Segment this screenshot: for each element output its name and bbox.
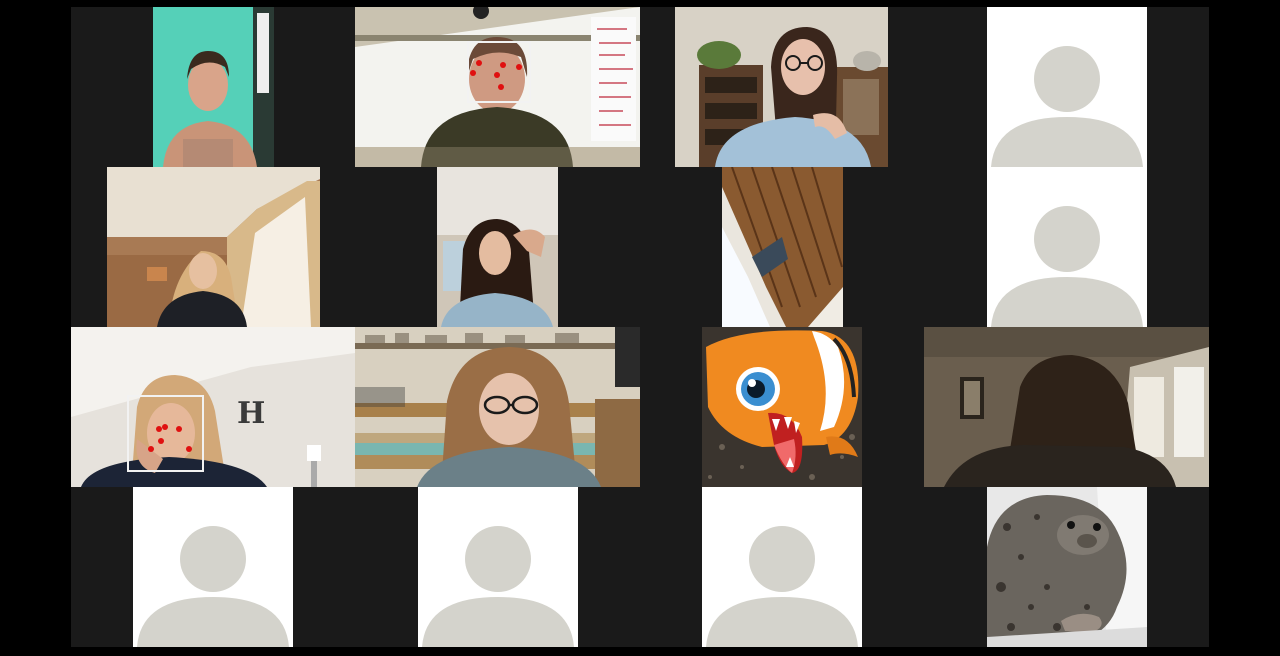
participant-tile-11[interactable] (702, 327, 862, 487)
participant-tile-2[interactable] (355, 7, 640, 167)
face-landmark-marker (470, 70, 476, 76)
face-landmark-marker (162, 424, 168, 430)
avatar-placeholder-icon (137, 526, 289, 647)
avatar-placeholder-icon (422, 526, 574, 647)
participant-tile-14[interactable] (418, 487, 578, 647)
face-landmark-marker (494, 72, 500, 78)
seal-image (987, 487, 1147, 647)
participant-tile-8[interactable] (987, 167, 1147, 327)
face-landmark-marker (516, 64, 522, 70)
participant-tile-5[interactable] (107, 167, 320, 327)
face-landmark-marker (148, 446, 154, 452)
participant-tile-6[interactable] (437, 167, 558, 327)
participant-tile-3[interactable] (675, 7, 888, 167)
participant-tile-13[interactable] (133, 487, 293, 647)
face-landmark-marker (476, 60, 482, 66)
face-landmark-marker (186, 446, 192, 452)
avatar-placeholder-icon (991, 46, 1143, 167)
participant-tile-16[interactable] (987, 487, 1147, 647)
participant-tile-4[interactable] (987, 7, 1147, 167)
participant-tile-12[interactable] (924, 327, 1209, 487)
participant-tile-15[interactable] (702, 487, 862, 647)
face-landmark-marker (158, 438, 164, 444)
face-detection-box (127, 395, 204, 472)
gallery-view-grid: H (71, 7, 1209, 647)
face-landmark-marker (500, 62, 506, 68)
avatar-placeholder-icon (991, 206, 1143, 327)
participant-tile-1[interactable] (153, 7, 274, 167)
participant-tile-10[interactable] (355, 327, 640, 487)
svg-text:H: H (237, 396, 265, 431)
participant-tile-9[interactable]: H (71, 327, 355, 487)
avatar-placeholder-icon (706, 526, 858, 647)
face-landmark-marker (176, 426, 182, 432)
face-landmark-marker (498, 84, 504, 90)
participant-tile-7[interactable] (722, 167, 843, 327)
